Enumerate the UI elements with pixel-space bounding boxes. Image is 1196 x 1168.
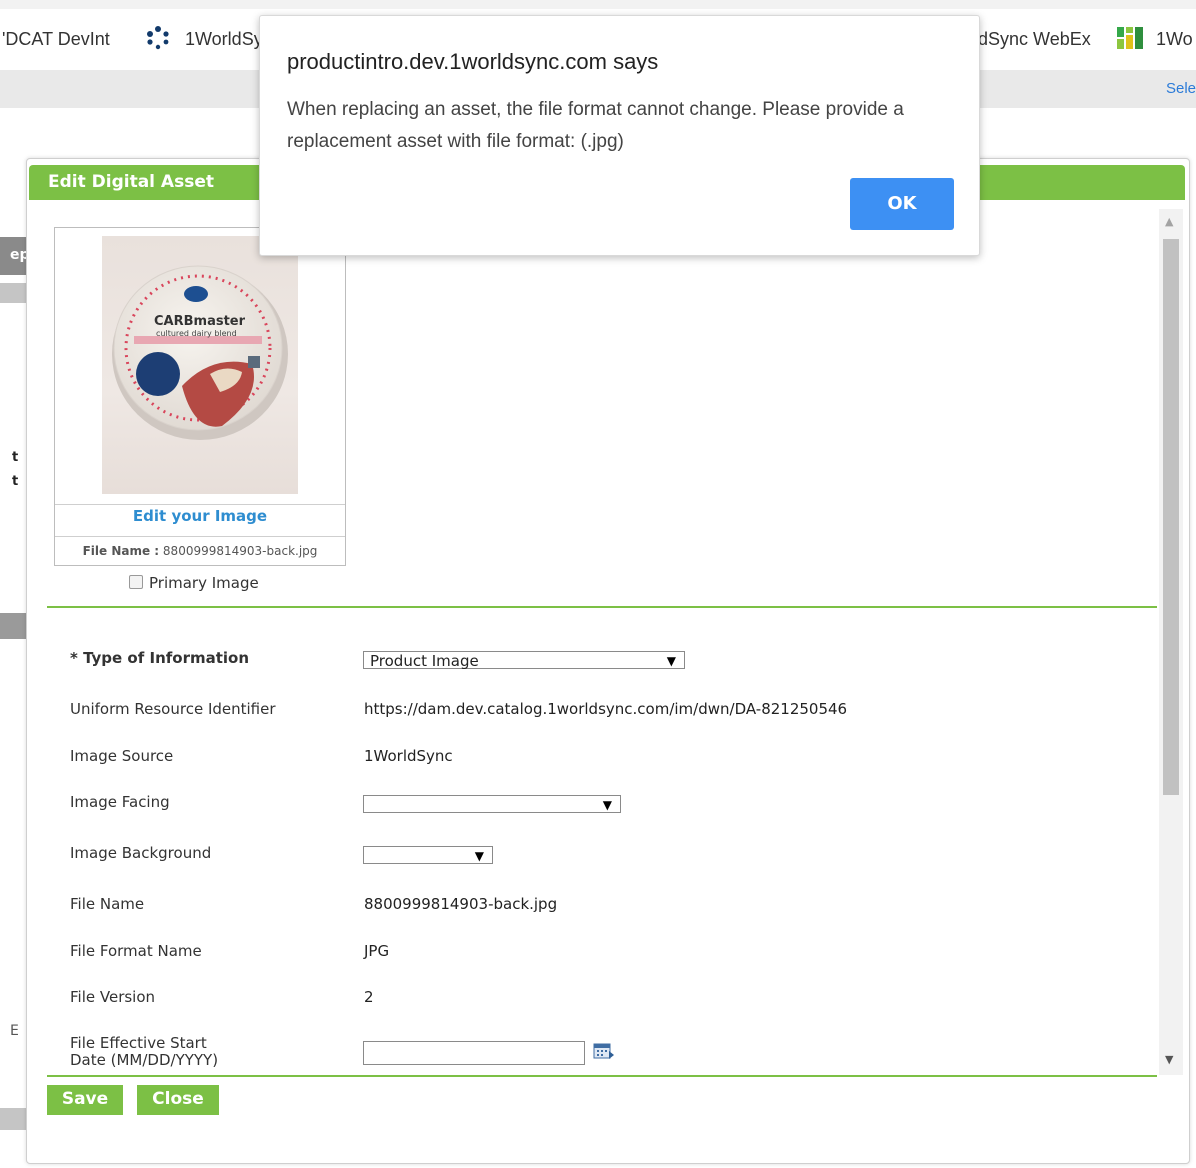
browser-alert-dialog: productintro.dev.1worldsync.com says Whe…	[259, 15, 980, 256]
bookmark-1worldsync[interactable]: 1WorldSy	[185, 29, 263, 50]
image-source-label: Image Source	[70, 747, 174, 765]
loading-spinner-icon	[146, 26, 170, 55]
type-of-information-label: * Type of Information	[70, 649, 250, 667]
thumbnail-brand-text: CARBmaster	[154, 314, 246, 329]
scroll-down-arrow-icon[interactable]: ▼	[1165, 1053, 1173, 1066]
bookmark-worldsync-webex[interactable]: dSync WebEx	[978, 29, 1091, 50]
product-image-thumbnail[interactable]: CARBmaster cultured dairy blend	[102, 236, 298, 494]
file-version-label: File Version	[70, 988, 156, 1006]
start-date-label: File Effective Start Date (MM/DD/YYYY)	[70, 1035, 218, 1069]
edit-image-link[interactable]: Edit your Image	[55, 504, 345, 525]
bg-fragment: t	[12, 474, 19, 489]
dropdown-arrow-icon: ▼	[666, 654, 676, 668]
ok-button[interactable]: OK	[850, 178, 954, 230]
image-facing-select[interactable]: ▼	[363, 795, 621, 813]
select-link[interactable]: Sele	[1166, 80, 1196, 97]
dialog-scrollbar[interactable]: ▲ ▼	[1159, 209, 1183, 1075]
background-page: ep t t E	[0, 108, 30, 1168]
scroll-up-arrow-icon[interactable]: ▲	[1165, 215, 1173, 228]
alert-message: When replacing an asset, the file format…	[287, 99, 904, 152]
type-of-information-value: Product Image	[370, 652, 479, 670]
primary-image-label: Primary Image	[149, 574, 259, 592]
file-format-value: JPG	[364, 942, 390, 960]
thumbnail-file-name-label: File Name :	[82, 544, 160, 558]
start-date-label-line1: File Effective Start	[70, 1034, 207, 1052]
dropdown-arrow-icon: ▼	[474, 849, 484, 863]
calendar-icon[interactable]	[593, 1042, 615, 1060]
image-background-label: Image Background	[70, 844, 212, 862]
bg-strip	[0, 283, 26, 303]
primary-image-option[interactable]: Primary Image	[129, 574, 259, 592]
image-facing-label: Image Facing	[70, 793, 170, 811]
file-name-value: 8800999814903-back.jpg	[364, 895, 558, 913]
uri-label: Uniform Resource Identifier	[70, 700, 276, 718]
file-version-value: 2	[364, 988, 374, 1006]
scrollbar-thumb[interactable]	[1163, 239, 1179, 795]
divider	[47, 606, 1157, 608]
image-preview-box: CARBmaster cultured dairy blend Edit you…	[54, 227, 346, 566]
image-source-value: 1WorldSync	[364, 747, 453, 765]
bg-strip: ep	[0, 237, 30, 275]
thumbnail-subtitle-text: cultured dairy blend	[156, 329, 237, 338]
alert-title: productintro.dev.1worldsync.com says	[287, 49, 659, 74]
bookmark-dcat-devint[interactable]: 'DCAT DevInt	[2, 29, 110, 50]
dialog-title: Edit Digital Asset	[48, 172, 214, 192]
thumbnail-file-name-value: 8800999814903-back.jpg	[162, 544, 318, 558]
bg-strip	[0, 613, 26, 639]
bg-fragment: E	[10, 1023, 19, 1039]
save-button[interactable]: Save	[47, 1085, 123, 1115]
file-name-label: File Name	[70, 895, 145, 913]
bg-fragment: t	[12, 450, 19, 465]
close-button[interactable]: Close	[137, 1085, 219, 1115]
grid-logo-icon	[1117, 27, 1143, 54]
thumbnail-file-name: File Name : 8800999814903-back.jpg	[55, 536, 345, 565]
primary-image-checkbox[interactable]	[129, 575, 143, 589]
bookmark-1wo[interactable]: 1Wo	[1156, 29, 1193, 50]
uri-value: https://dam.dev.catalog.1worldsync.com/i…	[364, 700, 848, 718]
image-background-select[interactable]: ▼	[363, 846, 493, 864]
type-of-information-select[interactable]: Product Image ▼	[363, 651, 685, 670]
file-format-label: File Format Name	[70, 942, 202, 960]
bg-strip	[0, 1108, 26, 1130]
divider	[47, 1075, 1157, 1077]
edit-digital-asset-dialog: Edit Digital Asset CARBmaster cultured d…	[26, 158, 1190, 1164]
start-date-label-line2: Date (MM/DD/YYYY)	[70, 1051, 219, 1069]
dropdown-arrow-icon: ▼	[602, 798, 612, 812]
start-date-input[interactable]	[363, 1041, 585, 1065]
